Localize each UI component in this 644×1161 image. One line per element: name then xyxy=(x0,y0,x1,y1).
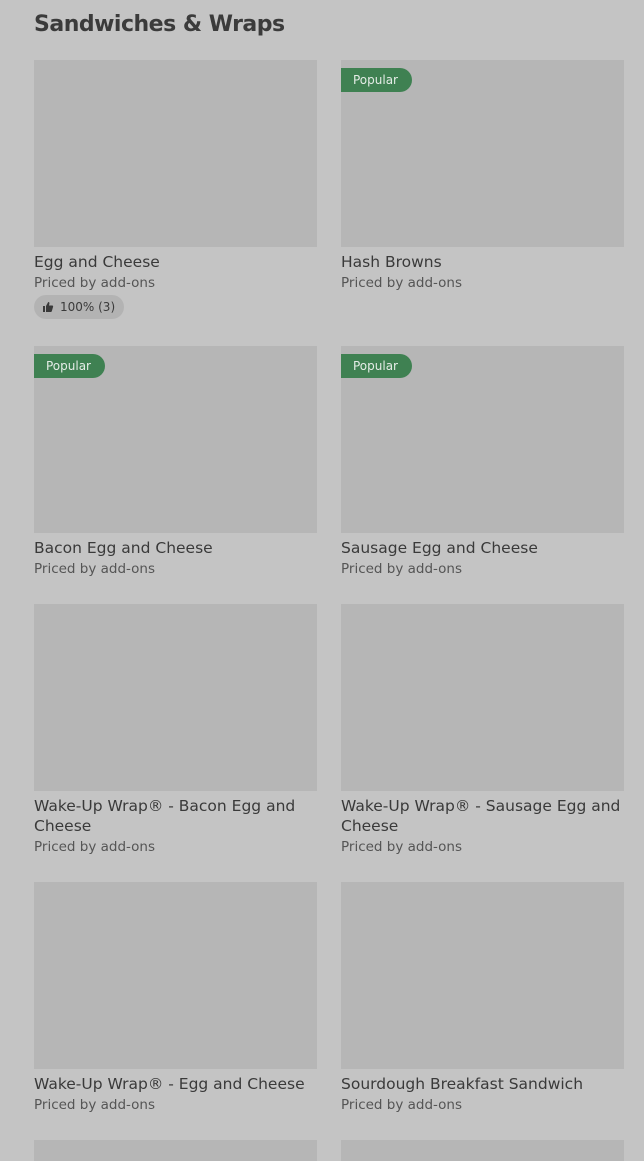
item-image[interactable] xyxy=(341,882,624,1069)
item-image[interactable] xyxy=(341,1140,624,1161)
item-name: Hash Browns xyxy=(341,253,442,271)
thumbs-up-icon xyxy=(43,302,54,312)
menu-item-card[interactable]: Sourdough Breakfast Sandwich Priced by a… xyxy=(341,882,624,1113)
item-image[interactable] xyxy=(34,60,317,247)
item-price: Priced by add-ons xyxy=(341,839,463,855)
item-image[interactable] xyxy=(341,604,624,791)
section-title: Sandwiches & Wraps xyxy=(34,12,285,37)
item-price: Priced by add-ons xyxy=(341,275,463,291)
menu-item-card[interactable]: Popular Sausage Egg and Cheese Priced by… xyxy=(341,346,624,577)
item-name: Egg and Cheese xyxy=(34,253,160,271)
item-price: Priced by add-ons xyxy=(34,1097,156,1113)
popular-badge: Popular xyxy=(341,68,412,92)
menu-item-card[interactable] xyxy=(34,1140,317,1161)
item-image[interactable]: Popular xyxy=(34,346,317,533)
item-name: Wake-Up Wrap® - Bacon Egg and Cheese xyxy=(34,797,296,835)
item-image[interactable]: Popular xyxy=(341,346,624,533)
item-image[interactable] xyxy=(34,882,317,1069)
item-price: Priced by add-ons xyxy=(341,561,463,577)
menu-item-card[interactable] xyxy=(341,1140,624,1161)
item-name: Sausage Egg and Cheese xyxy=(341,539,538,557)
item-price: Priced by add-ons xyxy=(34,275,156,291)
rating-badge: 100% (3) xyxy=(34,295,125,319)
item-name: Bacon Egg and Cheese xyxy=(34,539,213,557)
item-image[interactable] xyxy=(34,604,317,791)
menu-item-card[interactable]: Wake-Up Wrap® - Egg and Cheese Priced by… xyxy=(34,882,317,1113)
item-name: Sourdough Breakfast Sandwich xyxy=(341,1075,584,1093)
popular-badge: Popular xyxy=(341,354,412,378)
menu-item-card[interactable]: Wake-Up Wrap® - Bacon Egg and Cheese Pri… xyxy=(34,604,317,855)
menu-item-card[interactable]: Popular Bacon Egg and Cheese Priced by a… xyxy=(34,346,317,577)
menu-item-card[interactable]: Egg and Cheese Priced by add-ons 100% (3… xyxy=(34,60,317,319)
item-name: Wake-Up Wrap® - Egg and Cheese xyxy=(34,1075,305,1093)
item-name: Wake-Up Wrap® - Sausage Egg and Cheese xyxy=(341,797,621,835)
item-image[interactable]: Popular xyxy=(341,60,624,247)
popular-badge: Popular xyxy=(34,354,105,378)
item-price: Priced by add-ons xyxy=(34,839,156,855)
item-price: Priced by add-ons xyxy=(341,1097,463,1113)
menu-item-card[interactable]: Popular Hash Browns Priced by add-ons xyxy=(341,60,624,291)
menu-item-card[interactable]: Wake-Up Wrap® - Sausage Egg and Cheese P… xyxy=(341,604,624,855)
item-price: Priced by add-ons xyxy=(34,561,156,577)
rating-text: 100% (3) xyxy=(60,300,116,314)
item-image[interactable] xyxy=(34,1140,317,1161)
